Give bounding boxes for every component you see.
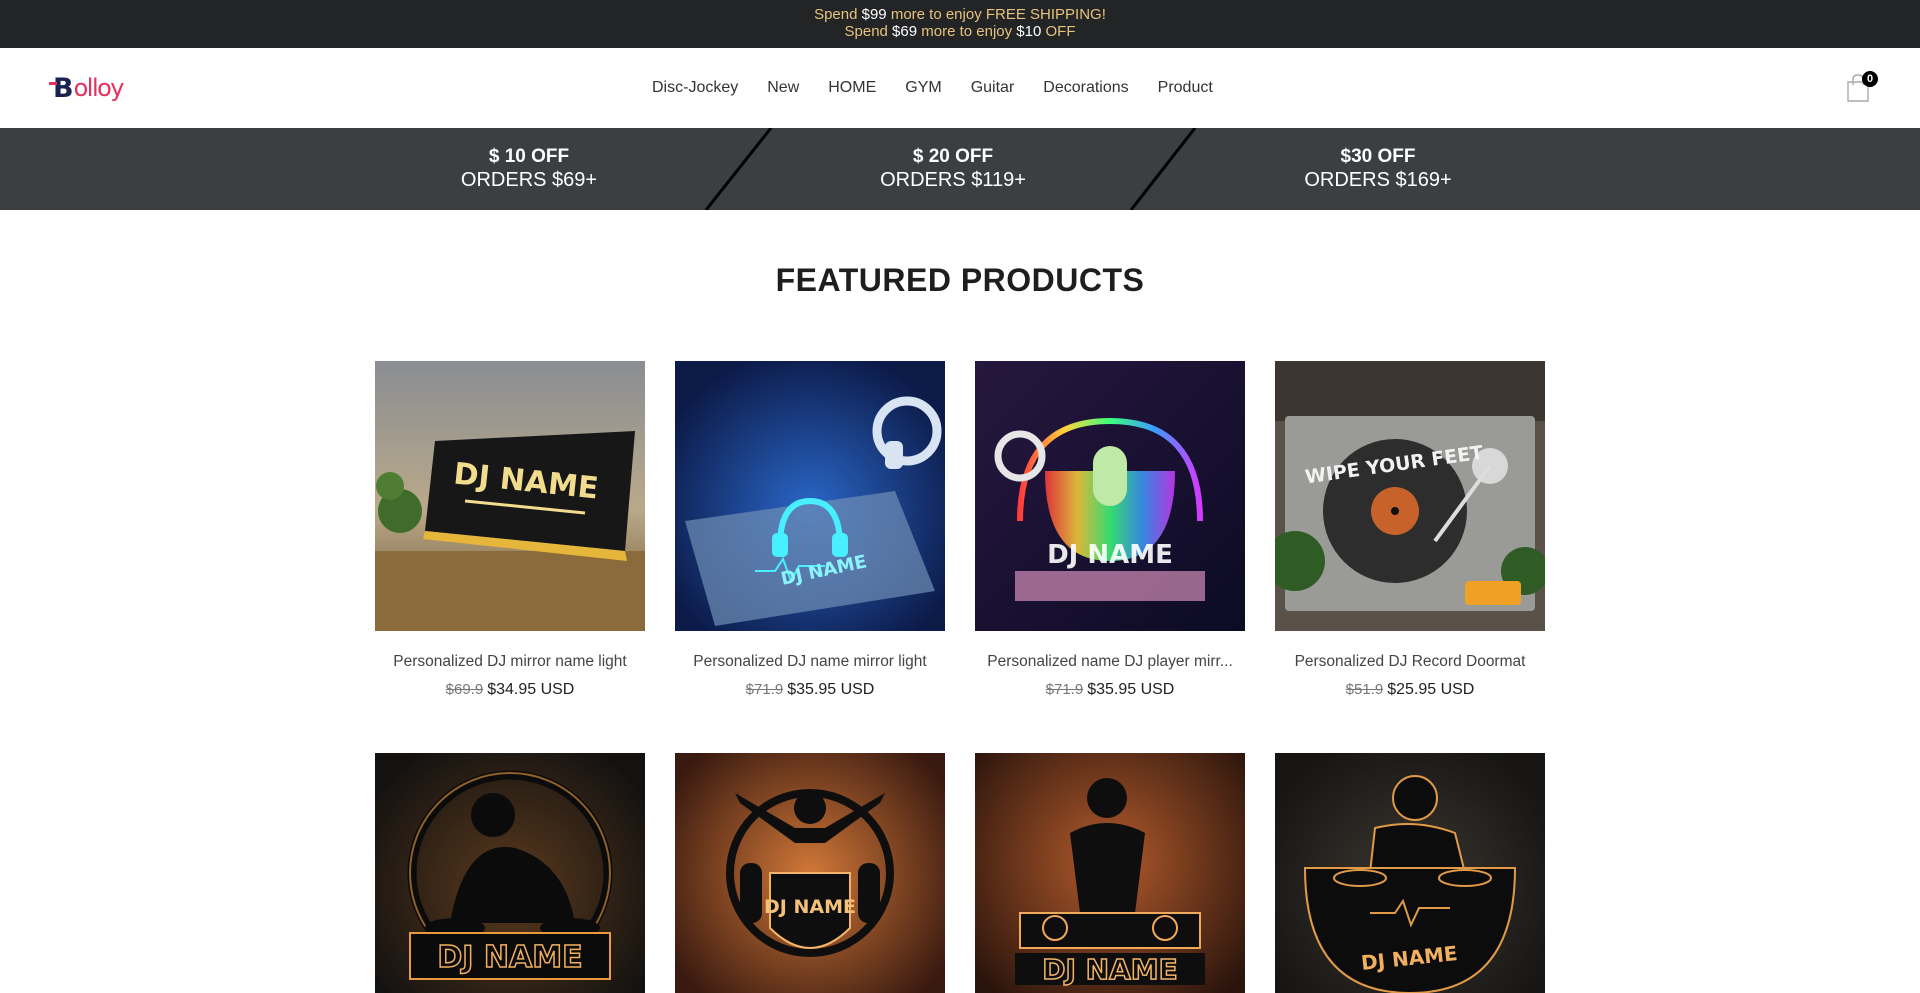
announcement-line-shipping: Spend $99 more to enjoy FREE SHIPPING!: [0, 6, 1920, 23]
announcement-text: Spend: [814, 6, 862, 23]
nav-item-gym[interactable]: GYM: [905, 79, 941, 97]
compare-at-price: $71.9: [745, 681, 784, 698]
product-image[interactable]: DJ NAME: [975, 361, 1245, 631]
cart-button[interactable]: 0: [1846, 71, 1878, 102]
announcement-amount: $69: [892, 23, 918, 40]
product-card[interactable]: DJ NAME: [975, 753, 1245, 993]
sale-price: $35.95 USD: [1087, 681, 1175, 698]
promo-tier-30: $30 OFF ORDERS $169+: [1228, 146, 1528, 192]
promo-tier-20: $ 20 OFF ORDERS $119+: [803, 146, 1103, 192]
promo-discount: $ 20 OFF: [912, 146, 994, 167]
product-image[interactable]: DJ NAME: [675, 361, 945, 631]
product-image[interactable]: WIPE YOUR FEET: [1275, 361, 1545, 631]
announcement-line-discount: Spend $69 more to enjoy $10 OFF: [0, 23, 1920, 40]
product-price: $69.9 $34.95 USD: [375, 681, 645, 699]
announcement-text: more to enjoy: [917, 23, 1017, 40]
product-image-text: DJ NAME: [1042, 953, 1178, 986]
product-card[interactable]: DJ NAME Personalized DJ mirror name ligh…: [375, 361, 645, 699]
product-card[interactable]: DJ NAME Personalized name DJ player mirr…: [975, 361, 1245, 699]
compare-at-price: $71.9: [1045, 681, 1084, 698]
compare-at-price: $51.9: [1345, 681, 1384, 698]
sale-price: $34.95 USD: [487, 681, 575, 698]
nav-item-home[interactable]: HOME: [828, 79, 876, 97]
section-title: FEATURED PRODUCTS: [775, 262, 1145, 298]
product-card[interactable]: DJ NAME Personalized DJ name mirror ligh…: [675, 361, 945, 699]
nav-item-decorations[interactable]: Decorations: [1043, 79, 1128, 97]
product-image[interactable]: DJ NAME: [975, 753, 1245, 993]
announcement-amount: $99: [861, 6, 887, 23]
logo-wordmark: olloy: [73, 74, 125, 102]
product-image-text: DJ NAME: [1047, 540, 1173, 570]
promo-discount: $ 10 OFF: [488, 146, 570, 167]
product-card[interactable]: DJ NAME: [675, 753, 945, 993]
sale-price: $35.95 USD: [787, 681, 875, 698]
logo-letter: B: [49, 72, 74, 104]
promo-threshold: ORDERS $69+: [460, 169, 598, 191]
product-title[interactable]: Personalized DJ name mirror light: [675, 653, 945, 671]
promo-threshold: ORDERS $169+: [1304, 169, 1452, 191]
main-nav: Disc-Jockey New HOME GYM Guitar Decorati…: [652, 48, 1242, 128]
product-price: $51.9 $25.95 USD: [1275, 681, 1545, 699]
product-price: $71.9 $35.95 USD: [975, 681, 1245, 699]
product-image-text: DJ NAME: [437, 940, 582, 975]
product-image[interactable]: DJ NAME: [675, 753, 945, 993]
announcement-discount: $10: [1016, 23, 1042, 40]
promo-threshold: ORDERS $119+: [880, 169, 1026, 191]
product-image[interactable]: DJ NAME: [1275, 753, 1545, 993]
nav-item-disc-jockey[interactable]: Disc-Jockey: [652, 79, 738, 97]
promo-discount: $30 OFF: [1340, 146, 1416, 167]
compare-at-price: $69.9: [445, 681, 484, 698]
product-image[interactable]: DJ NAME: [375, 361, 645, 631]
announcement-text: OFF: [1041, 23, 1076, 40]
site-header: Bolloy Disc-Jockey New HOME GYM Guitar D…: [0, 48, 1920, 128]
product-card[interactable]: WIPE YOUR FEET Personalized DJ Record Do…: [1275, 361, 1545, 699]
nav-item-product[interactable]: Product: [1158, 79, 1213, 97]
product-title[interactable]: Personalized DJ mirror name light: [375, 653, 645, 671]
product-image-text: DJ NAME: [764, 896, 856, 918]
nav-item-new[interactable]: New: [767, 79, 799, 97]
promo-strip: $ 10 OFF ORDERS $69+ $ 20 OFF ORDERS $11…: [0, 128, 1920, 210]
product-title[interactable]: Personalized DJ Record Doormat: [1275, 653, 1545, 671]
product-image[interactable]: DJ NAME: [375, 753, 645, 993]
product-card[interactable]: DJ NAME: [1275, 753, 1545, 993]
announcement-text: more to enjoy FREE SHIPPING!: [886, 6, 1106, 23]
product-title[interactable]: Personalized name DJ player mirr...: [975, 653, 1245, 671]
announcement-bar: Spend $99 more to enjoy FREE SHIPPING! S…: [0, 0, 1920, 48]
promo-tier-10: $ 10 OFF ORDERS $69+: [379, 146, 679, 192]
sale-price: $25.95 USD: [1387, 681, 1475, 698]
announcement-text: Spend: [844, 23, 893, 40]
nav-item-guitar[interactable]: Guitar: [971, 79, 1015, 97]
product-price: $71.9 $35.95 USD: [675, 681, 945, 699]
cart-count-badge: 0: [1862, 71, 1878, 87]
brand-logo[interactable]: Bolloy: [49, 72, 125, 104]
product-card[interactable]: DJ NAME: [375, 753, 645, 993]
